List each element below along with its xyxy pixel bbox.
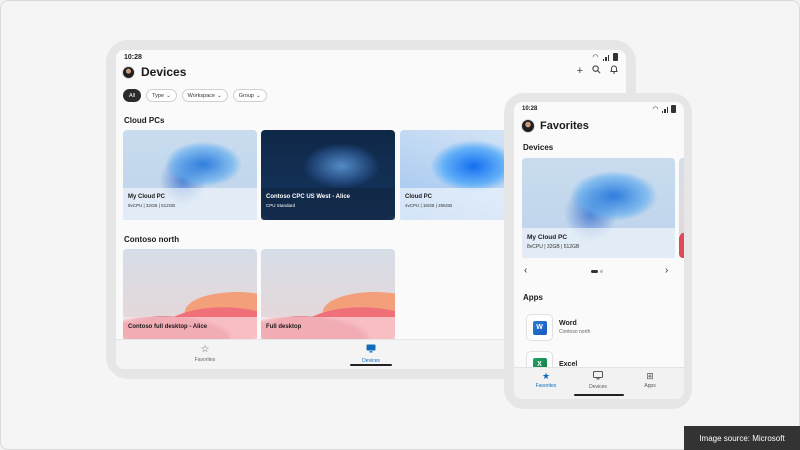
filter-chip-type[interactable]: Type ⌄ (146, 89, 177, 102)
filter-chip-all[interactable]: All (123, 89, 142, 102)
carousel-indicator (591, 270, 603, 273)
nav-item-favorites[interactable]: ☆ Favorites (175, 344, 235, 363)
nav-label: Favorites (194, 357, 216, 363)
device-spec: 8vCPU | 32GB | 512GB (527, 244, 580, 250)
card-info: My Cloud PC 8vCPU | 32GB | 512GB (522, 228, 675, 258)
device-card-peek[interactable] (679, 158, 684, 258)
section-title-cloud-pcs: Cloud PCs (124, 116, 165, 125)
device-card-my-cloud-pc[interactable]: My Cloud PC 8vCPU | 32GB | 512GB (522, 158, 675, 258)
avatar[interactable] (521, 119, 535, 133)
page-header: Devices (122, 65, 186, 79)
nav-item-favorites[interactable]: ★ Favorites (521, 371, 571, 389)
app-text: Word Contoso north (559, 320, 590, 335)
chevron-down-icon: ⌄ (166, 92, 171, 99)
section-title-devices: Devices (523, 143, 554, 152)
app-item-word[interactable]: W Word Contoso north (526, 314, 590, 341)
wifi-icon: ◠ (652, 106, 659, 113)
chip-label: All (129, 92, 136, 99)
status-icons: ◠ (592, 53, 618, 61)
device-name: Contoso CPC US West - Alice (266, 194, 351, 200)
chevron-down-icon: ⌄ (217, 92, 222, 99)
section-title-apps: Apps (523, 293, 543, 302)
filter-bar: All Type ⌄ Workspace ⌄ Group ⌄ (123, 89, 267, 102)
device-spec: CPU Standard (266, 203, 296, 208)
page-header: Favorites (521, 119, 589, 133)
carousel-dot (600, 270, 603, 273)
page-title: Devices (141, 65, 187, 79)
nav-item-devices[interactable]: Devices (341, 344, 401, 364)
header-actions: + (577, 65, 618, 77)
wallpaper-image (679, 158, 684, 258)
image-credit: Image source: Microsoft (684, 426, 800, 450)
nav-item-apps[interactable]: ⊞ Apps (625, 371, 675, 389)
device-card-contoso-cpc[interactable]: Contoso CPC US West - Alice CPU Standard (261, 130, 395, 220)
device-card-full-desktop[interactable]: Full desktop (261, 249, 395, 339)
card-info: Contoso full desktop - Alice (123, 317, 257, 339)
card-info: Contoso CPC US West - Alice CPU Standard (261, 188, 395, 220)
filter-chip-workspace[interactable]: Workspace ⌄ (181, 89, 228, 102)
star-icon: ☆ (200, 344, 210, 355)
chip-label: Workspace (187, 92, 216, 99)
home-indicator[interactable] (574, 394, 624, 396)
section-title-contoso-north: Contoso north (124, 235, 180, 244)
avatar[interactable] (122, 65, 135, 79)
device-spec: 8vCPU | 32GB | 512GB (128, 203, 176, 208)
status-time: 10:28 (522, 106, 538, 112)
wifi-icon: ◠ (592, 54, 599, 61)
carousel-dot (591, 270, 598, 273)
nav-label: Apps (644, 383, 656, 389)
monitor-icon (341, 344, 401, 356)
page-title: Favorites (540, 120, 589, 132)
device-card-contoso-full-desktop[interactable]: Contoso full desktop - Alice (123, 249, 257, 339)
nav-label: Devices (589, 384, 607, 390)
home-indicator[interactable] (350, 364, 392, 366)
signal-icon (661, 106, 668, 113)
device-name: My Cloud PC (128, 194, 165, 200)
add-icon[interactable]: + (577, 65, 583, 77)
phone-screen: 10:28 ◠ Favorites Devices My Cloud PC 8v… (514, 102, 684, 399)
card-info: My Cloud PC 8vCPU | 32GB | 512GB (123, 188, 257, 220)
bottom-navigation: ★ Favorites Devices ⊞ Apps (514, 367, 684, 399)
chevron-down-icon: ⌄ (256, 92, 261, 99)
nav-label: Favorites (535, 383, 557, 389)
word-logo: W (532, 320, 547, 335)
bell-icon[interactable] (610, 65, 618, 77)
battery-icon (613, 53, 618, 61)
search-icon[interactable] (592, 65, 601, 77)
monitor-icon (573, 371, 623, 382)
filter-chip-group[interactable]: Group ⌄ (232, 89, 267, 102)
word-app-icon: W (526, 314, 553, 341)
status-icons: ◠ (652, 105, 676, 113)
chevron-left-icon[interactable]: ‹ (524, 266, 527, 276)
device-card-my-cloud-pc[interactable]: My Cloud PC 8vCPU | 32GB | 512GB (123, 130, 257, 220)
chip-label: Group (238, 92, 254, 99)
status-time: 10:28 (124, 54, 142, 61)
device-name: Contoso full desktop - Alice (128, 324, 208, 330)
chip-label: Type (152, 92, 165, 99)
battery-icon (671, 105, 676, 113)
app-subtitle: Contoso north (559, 329, 591, 335)
nav-item-devices[interactable]: Devices (573, 371, 623, 390)
signal-icon (602, 54, 609, 61)
card-info: Full desktop (261, 317, 395, 339)
chevron-right-icon[interactable]: › (665, 266, 668, 276)
apps-grid-icon: ⊞ (646, 371, 654, 381)
device-name: My Cloud PC (527, 234, 568, 241)
app-name: Word (559, 320, 577, 327)
device-name: Full desktop (266, 324, 302, 330)
star-icon: ★ (541, 371, 551, 381)
